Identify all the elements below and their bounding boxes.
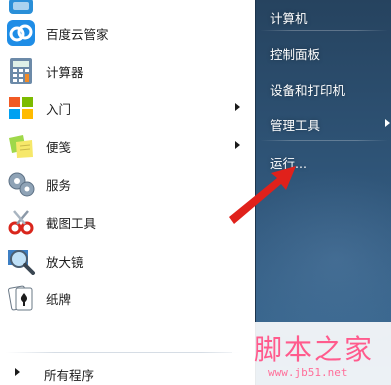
right-divider — [260, 30, 388, 31]
program-item-magnifier[interactable]: 放大镜 — [0, 243, 255, 279]
all-programs-label: 所有程序 — [44, 368, 95, 383]
program-item-snipping-tool[interactable]: 截图工具 — [0, 204, 255, 240]
submenu-arrow-icon — [385, 119, 390, 127]
menu-divider — [6, 352, 250, 353]
all-programs-button[interactable]: 所有程序 — [0, 360, 255, 385]
right-item-control-panel[interactable]: 控制面板 — [262, 37, 390, 67]
watermark-text: 脚本之家 — [254, 333, 375, 366]
program-item-label: 便笺 — [46, 139, 72, 155]
right-item-computer[interactable]: 计算机 — [262, 1, 390, 31]
sticky-notes-icon — [9, 135, 33, 158]
program-item-calculator[interactable]: 计算器 — [0, 53, 255, 89]
all-programs-arrow-icon — [15, 368, 20, 376]
right-item-label: 运行... — [270, 156, 307, 171]
program-item-label: 放大镜 — [46, 254, 84, 270]
program-item-label: 截图工具 — [46, 215, 97, 231]
calculator-icon — [10, 58, 32, 84]
right-item-label: 控制面板 — [270, 47, 321, 62]
snipping-tool-icon — [8, 210, 34, 235]
right-item-run[interactable]: 运行... — [262, 146, 390, 176]
program-item-label: 入门 — [46, 101, 72, 117]
right-item-label: 管理工具 — [270, 118, 321, 133]
program-item-label: 计算器 — [46, 64, 84, 80]
program-item-solitaire[interactable]: 纸牌 — [0, 280, 255, 316]
program-item-label: 服务 — [46, 177, 72, 193]
program-item-sticky-notes[interactable]: 便笺 — [0, 128, 255, 164]
right-item-admin-tools[interactable]: 管理工具 — [262, 108, 390, 138]
program-item-getting-started[interactable]: 入门 — [0, 90, 255, 126]
start-menu-programs-pane: 百度云管家 计算器 入门 便笺 服务 截图工具 放大镜 纸牌 所有程序 — [0, 0, 255, 385]
submenu-arrow-icon — [235, 103, 240, 111]
baidu-cloud-icon — [7, 20, 35, 46]
program-item-label: 纸牌 — [46, 291, 72, 307]
watermark-url: www.jb51.net — [268, 366, 348, 379]
right-item-devices-printers[interactable]: 设备和打印机 — [262, 73, 390, 103]
right-item-label: 计算机 — [270, 11, 308, 26]
right-item-label: 设备和打印机 — [270, 83, 346, 98]
solitaire-icon — [8, 285, 33, 311]
partial-app-icon — [9, 0, 33, 14]
program-item-baidu-cloud[interactable]: 百度云管家 — [0, 15, 255, 51]
magnifier-icon — [8, 250, 35, 275]
watermark: 脚本之家 www.jb51.net — [232, 322, 391, 385]
services-gear-icon — [8, 172, 35, 197]
right-divider — [260, 140, 388, 141]
submenu-arrow-icon — [235, 141, 240, 149]
getting-started-icon — [9, 97, 33, 119]
program-item-label: 百度云管家 — [46, 26, 109, 42]
program-item-services[interactable]: 服务 — [0, 166, 255, 202]
